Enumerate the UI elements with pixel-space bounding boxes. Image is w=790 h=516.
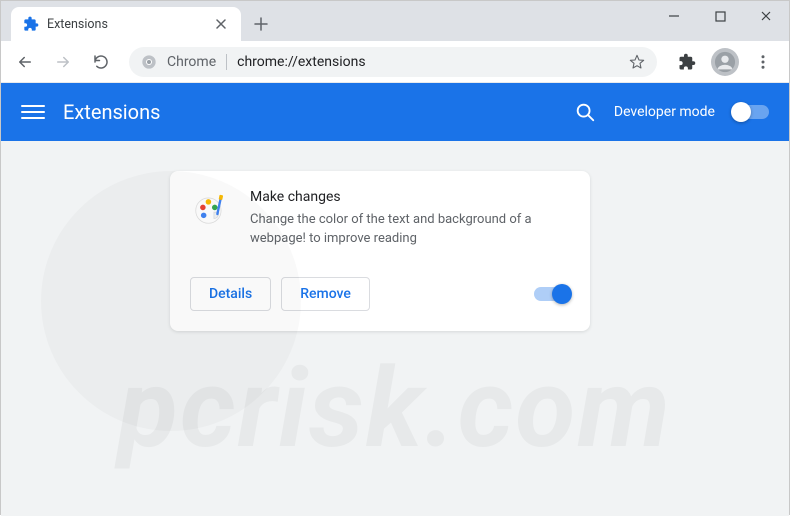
bookmark-star-icon[interactable] [629, 54, 645, 70]
reload-button[interactable] [85, 46, 117, 78]
close-icon[interactable] [213, 16, 229, 32]
hamburger-icon[interactable] [21, 100, 45, 124]
remove-label: Remove [300, 286, 351, 302]
window-controls [651, 1, 789, 31]
toggle-knob-on [552, 284, 572, 304]
tabs-area: Extensions [1, 1, 275, 41]
tab-title: Extensions [47, 17, 108, 32]
omnibox-scheme: Chrome [167, 54, 227, 70]
toolbar-right [669, 48, 781, 76]
new-tab-button[interactable] [247, 10, 275, 38]
extensions-content: Make changes Change the color of the tex… [1, 141, 789, 516]
developer-mode-toggle[interactable] [733, 105, 769, 119]
tab-extensions[interactable]: Extensions [11, 7, 241, 41]
window-titlebar: Extensions [1, 1, 789, 41]
kebab-menu-icon[interactable] [749, 48, 777, 76]
toggle-knob [731, 102, 751, 122]
minimize-button[interactable] [651, 1, 697, 31]
puzzle-icon [23, 16, 39, 32]
page-title: Extensions [63, 100, 160, 124]
window-close-button[interactable] [743, 1, 789, 31]
extension-description: Change the color of the text and backgro… [250, 211, 570, 249]
chrome-icon [141, 54, 157, 70]
forward-button[interactable] [47, 46, 79, 78]
back-button[interactable] [9, 46, 41, 78]
maximize-button[interactable] [697, 1, 743, 31]
extensions-app-header: Extensions Developer mode [1, 83, 789, 141]
extension-name: Make changes [250, 189, 570, 205]
extensions-icon[interactable] [673, 48, 701, 76]
extension-enable-toggle[interactable] [534, 287, 570, 301]
omnibox-url: chrome://extensions [237, 54, 365, 70]
omnibox[interactable]: Chrome chrome://extensions [129, 47, 657, 77]
browser-toolbar: Chrome chrome://extensions [1, 41, 789, 83]
developer-mode-label: Developer mode [614, 104, 715, 120]
account-icon[interactable] [711, 48, 739, 76]
watermark-circle [41, 171, 301, 431]
search-icon[interactable] [574, 101, 596, 123]
